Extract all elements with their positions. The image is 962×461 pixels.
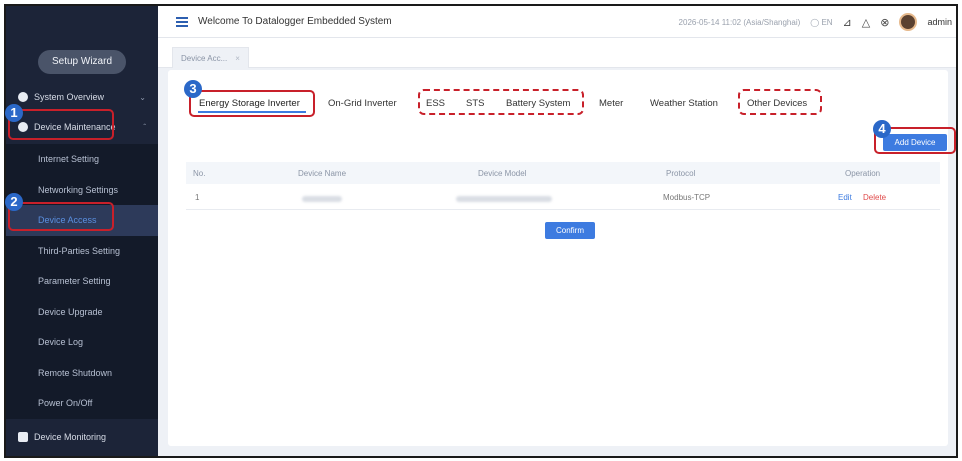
top-header: Welcome To Datalogger Embedded System 20… <box>158 6 956 38</box>
sidebar-item-third-parties-setting[interactable]: Third-Parties Setting <box>6 236 158 267</box>
tab-label: Device Acc... <box>181 53 228 63</box>
confirm-button[interactable]: Confirm <box>545 222 595 239</box>
header-toolbar: 2026-05-14 11:02 (Asia/Shanghai) ◯ EN ⊿ … <box>679 6 952 38</box>
sidebar-group-device-monitoring[interactable]: Device Monitoring <box>6 424 158 450</box>
chevron-up-icon: ˆ <box>143 122 146 132</box>
column-header-protocol: Protocol <box>666 169 696 178</box>
page-tab-strip: Device Acc... × <box>158 38 956 68</box>
sidebar-item-remote-shutdown[interactable]: Remote Shutdown <box>6 358 158 389</box>
user-name[interactable]: admin <box>927 17 952 27</box>
sidebar-item-parameter-setting[interactable]: Parameter Setting <box>6 266 158 297</box>
sidebar-item-power-on-off[interactable]: Power On/Off <box>6 388 158 419</box>
cell-device-model-redacted <box>456 195 552 204</box>
tab-meter[interactable]: Meter <box>599 98 623 109</box>
sidebar-item-internet-setting[interactable]: Internet Setting <box>6 144 158 175</box>
sidebar: Setup Wizard System Overview ⌄ Device Ma… <box>6 6 158 456</box>
monitoring-icon <box>18 432 28 442</box>
column-header-no: No. <box>193 169 206 178</box>
sidebar-group-system-overview[interactable]: System Overview ⌄ <box>6 84 158 110</box>
sidebar-item-device-log[interactable]: Device Log <box>6 327 158 358</box>
cell-no: 1 <box>195 193 200 202</box>
delete-link[interactable]: Delete <box>863 193 886 202</box>
callout-badge-2: 2 <box>5 193 23 211</box>
highlight-ess-sts-battery <box>418 89 584 115</box>
highlight-energy-storage-inverter <box>189 90 315 117</box>
sidebar-group-label: System Overview <box>34 92 105 102</box>
sidebar-group-label: Device Monitoring <box>34 432 107 442</box>
table-row-divider <box>186 209 940 210</box>
tab-weather-station[interactable]: Weather Station <box>650 98 718 109</box>
highlight-other-devices <box>738 89 822 115</box>
maintenance-submenu: Internet Setting Networking Settings Dev… <box>6 144 158 419</box>
callout-badge-3: 3 <box>184 80 202 98</box>
cell-device-name-redacted <box>302 195 342 204</box>
column-header-device-name: Device Name <box>298 169 347 178</box>
tab-device-access[interactable]: Device Acc... × <box>172 47 249 68</box>
datetime-display: 2026-05-14 11:02 (Asia/Shanghai) <box>678 17 801 27</box>
column-header-device-model: Device Model <box>478 169 527 178</box>
cell-protocol: Modbus-TCP <box>663 193 711 202</box>
chevron-down-icon: ⌄ <box>139 92 146 102</box>
device-access-panel <box>168 70 948 446</box>
close-icon[interactable]: × <box>235 54 240 63</box>
page-title: Welcome To Datalogger Embedded System <box>198 16 392 27</box>
column-header-operation: Operation <box>845 169 881 178</box>
overview-icon <box>18 92 28 102</box>
avatar[interactable] <box>899 13 918 31</box>
highlight-device-maintenance <box>8 109 114 140</box>
signal-icon[interactable]: ⊿ <box>843 16 852 29</box>
setup-wizard-button[interactable]: Setup Wizard <box>38 50 126 74</box>
callout-badge-1: 1 <box>5 104 23 122</box>
globe-icon: ◯ <box>810 17 820 27</box>
language-selector[interactable]: ◯ EN <box>810 18 832 27</box>
language-label: EN <box>821 17 833 27</box>
power-icon[interactable]: ⊗ <box>880 16 889 29</box>
menu-toggle-icon[interactable] <box>176 16 188 27</box>
callout-badge-4: 4 <box>873 120 891 138</box>
sidebar-item-device-upgrade[interactable]: Device Upgrade <box>6 297 158 328</box>
edit-link[interactable]: Edit <box>838 193 852 202</box>
alarm-icon[interactable]: △ <box>862 16 870 29</box>
tab-on-grid-inverter[interactable]: On-Grid Inverter <box>328 98 397 109</box>
highlight-device-access <box>8 202 114 231</box>
sidebar-item-networking-settings[interactable]: Networking Settings <box>6 175 158 206</box>
